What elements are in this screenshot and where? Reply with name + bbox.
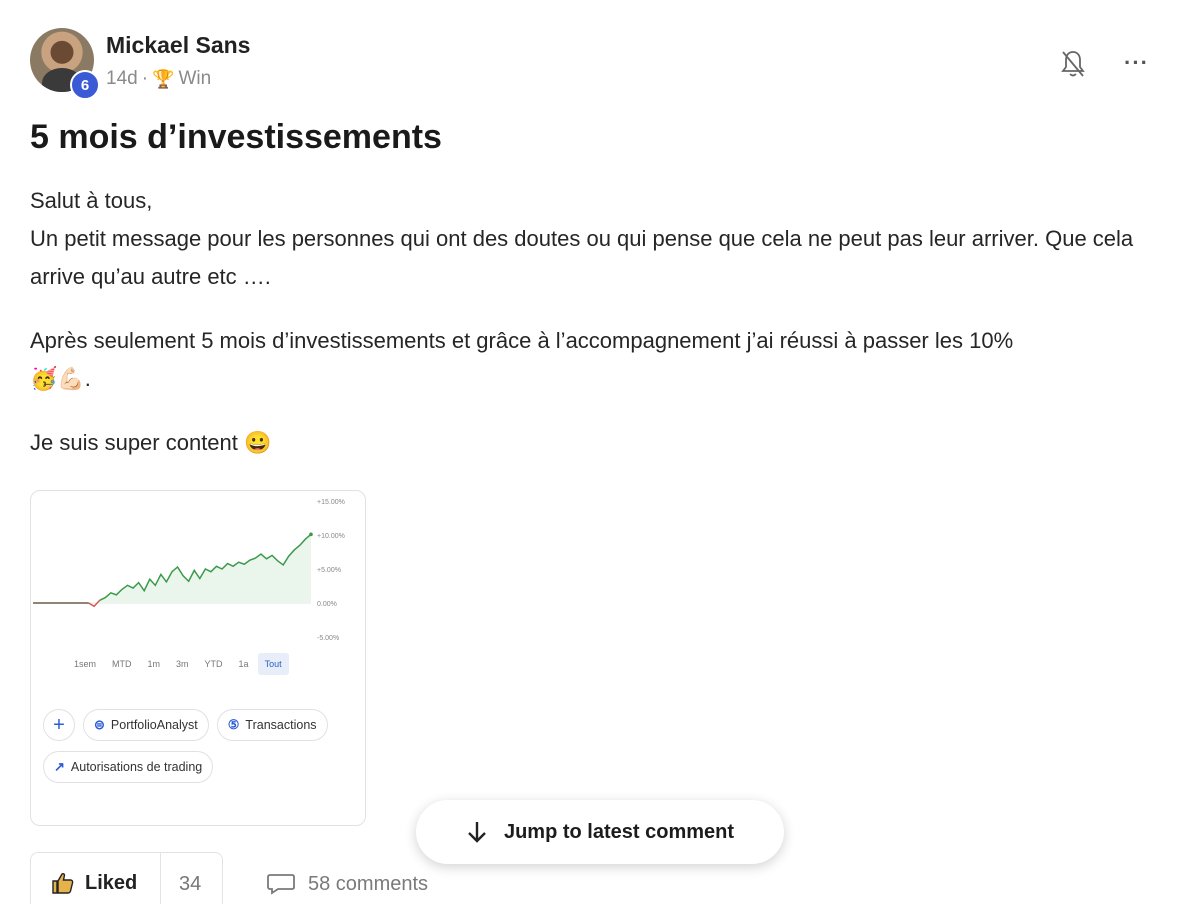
comment-icon [267,874,295,895]
comments-label: 58 comments [308,872,429,895]
y-tick-label: 0.00% [317,601,337,608]
body-line: Un petit message pour les personnes qui … [30,226,1134,289]
thumbs-up-icon [52,872,74,894]
analyst-icon: ⊜ [94,717,105,732]
trading-icon: ↗ [54,759,65,774]
post-body: Salut à tous, Un petit message pour les … [30,182,1180,462]
y-tick-label: -5.00% [317,635,339,642]
more-options-icon[interactable]: ··· [1124,50,1154,75]
series-area [88,534,311,607]
add-chip[interactable]: + [43,709,75,741]
range-1a[interactable]: 1a [232,653,256,675]
chip-label: Transactions [245,718,317,732]
range-ytd[interactable]: YTD [198,653,230,675]
post-image[interactable]: +15.00% +10.00% +5.00% 0.00% -5.00% 1sem MTD 1… [30,490,366,826]
post-category[interactable]: Win [178,68,211,90]
liked-label: Liked [85,871,138,894]
jump-label: Jump to latest comment [503,820,735,843]
body-text: Après seulement 5 mois d’investissements… [30,328,1014,353]
dollar-icon: ⑤ [227,717,240,732]
like-button[interactable]: Liked [31,853,161,904]
body-line: Salut à tous, [30,188,153,213]
like-count[interactable]: 34 [179,873,201,896]
range-3m[interactable]: 3m [169,653,196,675]
arrow-down-icon [468,822,486,843]
range-mtd[interactable]: MTD [105,653,139,675]
range-1sem[interactable]: 1sem [67,653,103,675]
series-end-point [309,532,313,537]
chip-row: ↗ Autorisations de trading [43,751,214,783]
chip-row: + ⊜ PortfolioAnalyst ⑤ Transactions [43,709,328,741]
post-header: 6 Mickael Sans 14d · 🏆 Win ··· [30,28,1170,100]
body-line: Je suis super content 😀 [30,430,272,455]
range-selector: 1sem MTD 1m 3m YTD 1a Tout [67,653,291,675]
y-tick-label: +5.00% [317,567,341,574]
body-line: Après seulement 5 mois d’investissements… [30,322,1180,398]
y-tick-label: +10.00% [317,533,345,540]
range-1m[interactable]: 1m [141,653,168,675]
body-emoji: 🥳💪🏻. [30,366,91,391]
trading-chip[interactable]: ↗ Autorisations de trading [43,751,214,783]
range-tout[interactable]: Tout [257,653,289,675]
post-meta: 14d · 🏆 Win [106,68,211,90]
performance-chart: +15.00% +10.00% +5.00% 0.00% -5.00% [33,499,345,642]
trophy-icon: 🏆 [152,68,175,89]
y-tick-label: +15.00% [317,499,345,506]
post-age: 14d [106,68,138,89]
chip-label: Autorisations de trading [70,760,203,774]
bell-off-icon[interactable] [1060,48,1086,80]
post-title: 5 mois d’investissements [30,118,442,156]
portfolio-chip[interactable]: ⊜ PortfolioAnalyst [83,709,209,741]
like-box: Liked 34 [30,852,223,904]
transactions-chip[interactable]: ⑤ Transactions [216,709,328,741]
jump-to-latest-button[interactable]: Jump to latest comment [416,800,784,864]
comments-link[interactable]: 58 comments [266,872,428,896]
author-name[interactable]: Mickael Sans [106,32,250,59]
chip-label: PortfolioAnalyst [110,718,198,732]
meta-separator: · [141,68,149,89]
level-badge: 6 [70,70,100,100]
